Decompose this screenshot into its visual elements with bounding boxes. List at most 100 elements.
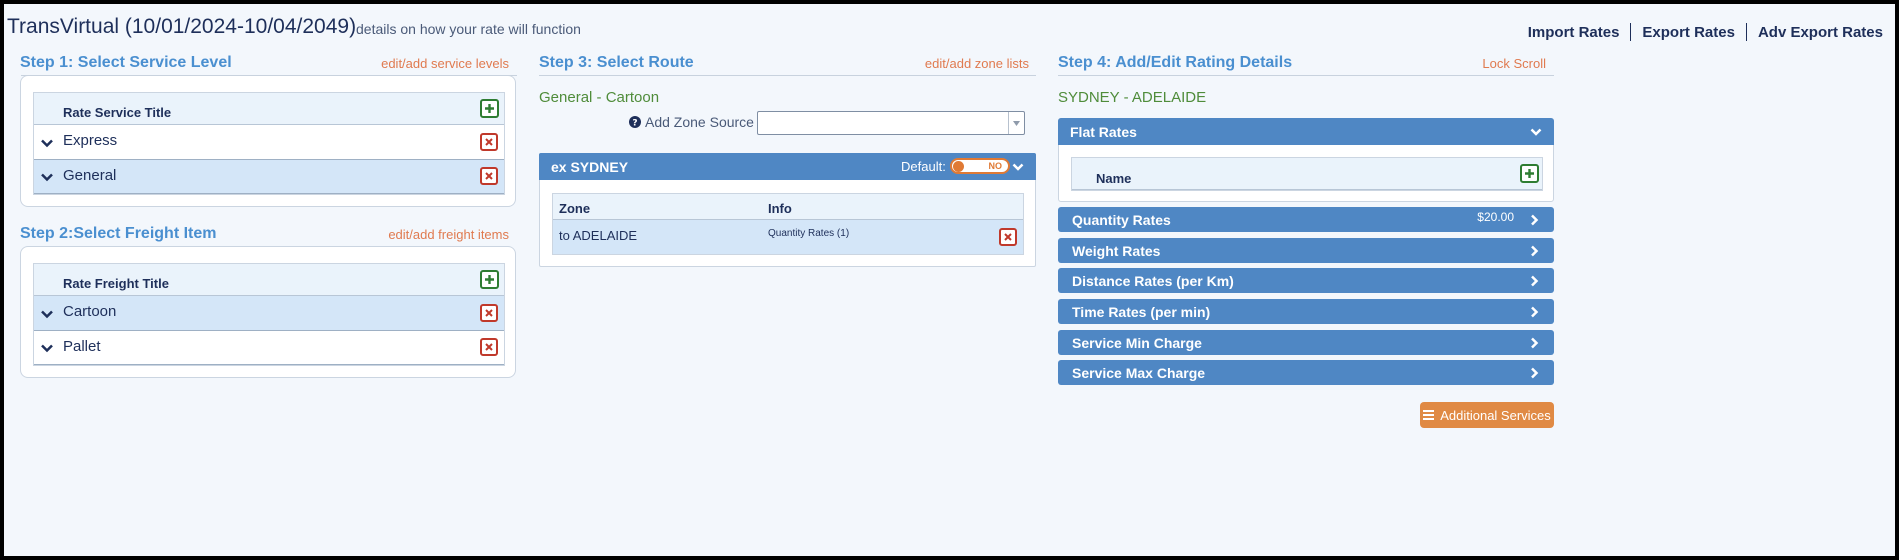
delete-button[interactable] [480,133,498,151]
chevron-right-icon [1531,214,1539,225]
info-cell: Quantity Rates (1) [768,228,850,239]
table-row[interactable]: Pallet [34,331,504,365]
add-freight-button[interactable] [480,270,499,289]
chevron-down-icon[interactable] [1012,161,1024,173]
svg-text:?: ? [632,118,637,128]
flat-rates-label: Flat Rates [1070,123,1137,140]
section-label: Quantity Rates [1072,211,1171,228]
table-row[interactable]: to ADELAIDE Quantity Rates (1) [553,220,1023,254]
column-header: Rate Freight Title [63,276,169,291]
row-label: Pallet [63,338,101,355]
toggle-text: NO [988,161,1003,171]
section-value: $20.00 [1477,210,1514,224]
section-label: Service Min Charge [1072,334,1202,351]
flat-rates-table: Name [1071,157,1543,191]
zone-source-text: Add Zone Source [645,114,754,130]
step3-title: Step 3: Select Route [539,54,694,71]
flat-rates-panel: Flat Rates Name [1058,118,1554,202]
chevron-right-icon [1531,337,1539,348]
divider [1630,23,1632,41]
section-label: Time Rates (per min) [1072,303,1211,320]
table-row[interactable]: General [34,160,504,194]
add-flat-rate-button[interactable] [1520,164,1539,183]
table-row[interactable]: Cartoon [34,296,504,331]
top-links: Import Rates Export Rates Adv Export Rat… [1528,23,1883,41]
section-label: Weight Rates [1072,242,1161,259]
dropdown-button[interactable] [1008,112,1024,134]
freight-item-card: Rate Freight Title Cartoon Pallet [20,246,516,378]
step4-title: Step 4: Add/Edit Rating Details [1058,54,1293,71]
close-icon [1004,233,1012,241]
row-label: General [63,167,117,184]
chevron-down-icon[interactable] [40,341,54,355]
caret-down-icon [1013,120,1020,126]
chevron-down-icon[interactable] [40,136,54,150]
chevron-down-icon[interactable] [1530,126,1542,138]
section-label: Distance Rates (per Km) [1072,272,1234,289]
add-service-button[interactable] [480,99,499,118]
weight-rates-section[interactable]: Weight Rates [1058,238,1554,263]
chevron-down-icon[interactable] [40,307,54,321]
table-header: Name [1072,158,1542,190]
chevron-down-icon[interactable] [40,170,54,184]
table-header: Rate Service Title [34,93,504,125]
chevron-right-icon [1531,367,1539,378]
default-toggle[interactable]: NO [950,158,1010,174]
divider [539,75,1036,76]
step1-title: Step 1: Select Service Level [20,54,232,71]
route-label: SYDNEY - ADELAIDE [1058,89,1207,106]
additional-services-button[interactable]: Additional Services [1420,402,1554,428]
default-label: Default: [901,159,946,174]
adv-export-rates-link[interactable]: Adv Export Rates [1758,24,1883,41]
column-header-zone: Zone [559,201,591,216]
zone-panel: ex SYDNEY Default: NO Zone Info to ADELA… [539,153,1036,267]
time-rates-section[interactable]: Time Rates (per min) [1058,299,1554,324]
delete-button[interactable] [999,228,1017,246]
zone-panel-header[interactable]: ex SYDNEY Default: NO [539,153,1036,180]
import-rates-link[interactable]: Import Rates [1528,24,1620,41]
divider [1058,75,1554,76]
divider [21,75,517,76]
edit-zone-lists-link[interactable]: edit/add zone lists [864,56,1029,71]
zone-source-label: ? Add Zone Source [629,114,754,130]
column-header: Rate Service Title [63,105,172,120]
app-frame: TransVirtual (10/01/2024-10/04/2049) det… [4,4,1895,556]
export-rates-link[interactable]: Export Rates [1642,24,1735,41]
list-icon [1423,410,1435,420]
close-icon [485,172,493,180]
page-title: TransVirtual (10/01/2024-10/04/2049) [7,15,357,38]
delete-button[interactable] [480,304,498,322]
quantity-rates-section[interactable]: Quantity Rates $20.00 [1058,207,1554,232]
column-header-info: Info [768,201,792,216]
chevron-right-icon [1531,306,1539,317]
delete-button[interactable] [480,167,498,185]
step2-title: Step 2:Select Freight Item [20,225,217,242]
distance-rates-section[interactable]: Distance Rates (per Km) [1058,268,1554,293]
zone-table: Zone Info to ADELAIDE Quantity Rates (1) [552,193,1024,255]
chevron-right-icon [1531,275,1539,286]
freight-table: Rate Freight Title Cartoon Pallet [33,263,505,366]
lock-scroll-link[interactable]: Lock Scroll [1384,56,1546,71]
service-table: Rate Service Title Express General [33,92,505,195]
plus-icon [1525,169,1534,178]
route-selection: General - Cartoon [539,89,660,106]
plus-icon [485,275,494,284]
page-subtitle: details on how your rate will function [356,21,581,37]
zone-source-select[interactable] [757,111,1025,135]
flat-rates-header[interactable]: Flat Rates [1058,118,1554,145]
service-max-charge-section[interactable]: Service Max Charge [1058,360,1554,385]
row-label: Express [63,132,118,149]
edit-freight-items-link[interactable]: edit/add freight items [344,227,509,242]
section-label: Service Max Charge [1072,364,1206,381]
table-header: Zone Info [553,194,1023,220]
close-icon [485,138,493,146]
close-icon [485,309,493,317]
additional-services-label: Additional Services [1440,407,1551,423]
chevron-right-icon [1531,245,1539,256]
table-header: Rate Freight Title [34,264,504,296]
edit-service-levels-link[interactable]: edit/add service levels [344,56,509,71]
close-icon [485,343,493,351]
delete-button[interactable] [480,338,498,356]
service-min-charge-section[interactable]: Service Min Charge [1058,330,1554,355]
table-row[interactable]: Express [34,125,504,160]
